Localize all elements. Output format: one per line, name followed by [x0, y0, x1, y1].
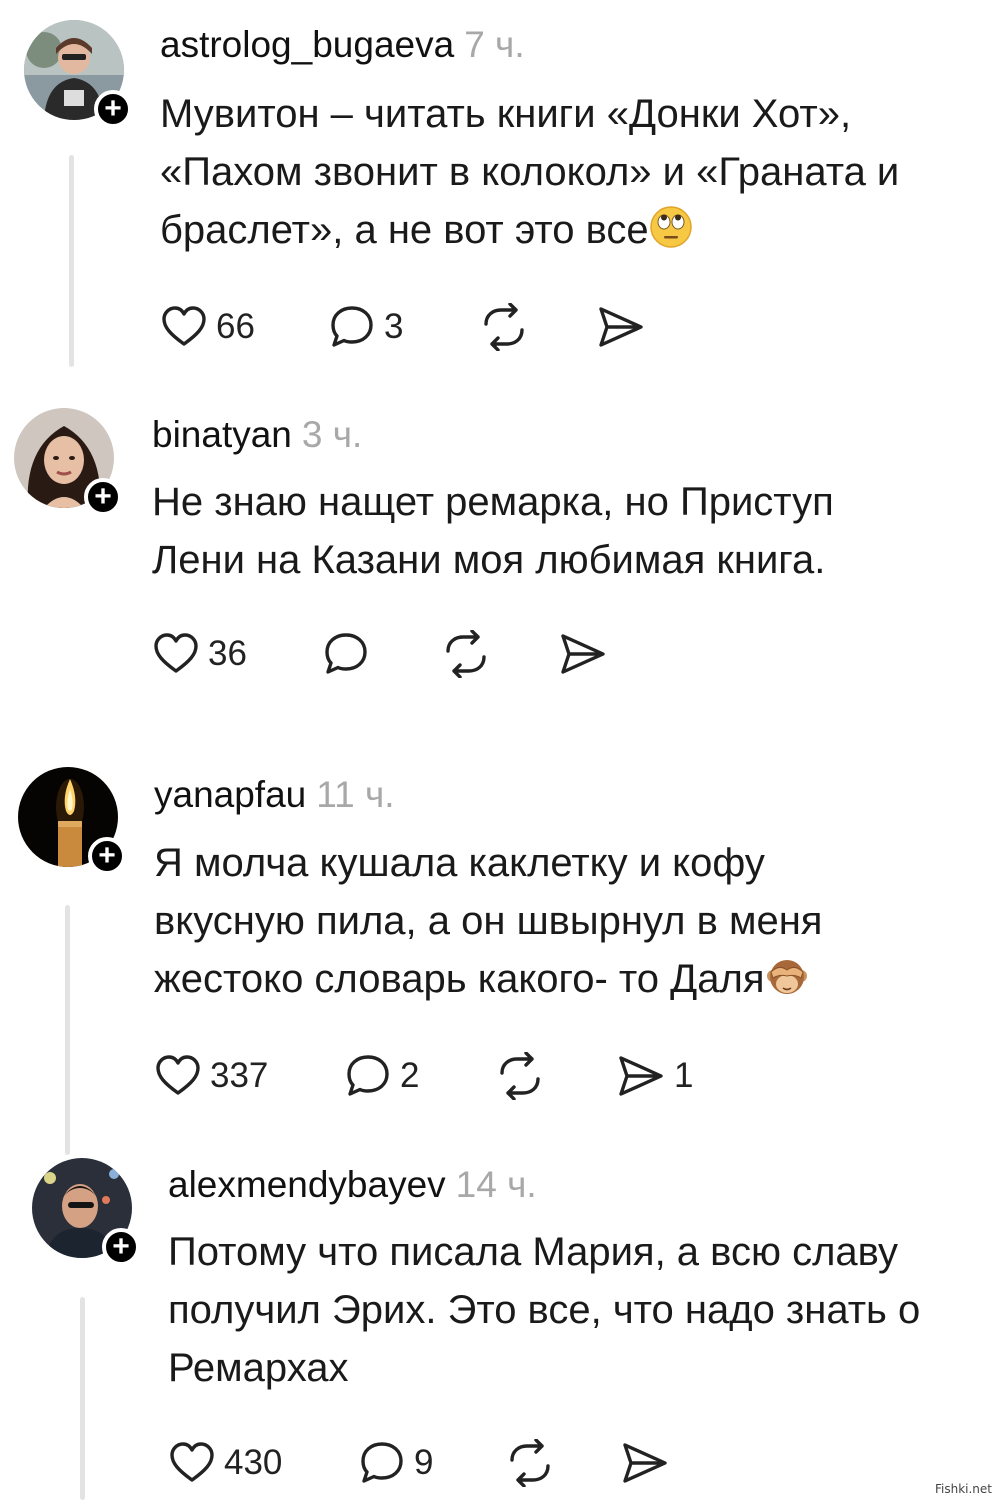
heart-icon [170, 1442, 214, 1482]
heart-icon [154, 633, 198, 673]
share-button[interactable]: 1 [616, 1046, 693, 1106]
like-button[interactable]: 430 [168, 1433, 282, 1493]
post-text: Мувитон – читать книги «Донки Хот», «Пах… [160, 85, 980, 259]
share-count: 1 [674, 1056, 694, 1095]
text-line: Я молча кушала каклетку и кофу [154, 841, 765, 885]
comment-bubble-icon [325, 633, 367, 674]
comment-count: 2 [400, 1056, 420, 1095]
post-text: Я молча кушала каклетку и кофу вкусную п… [154, 834, 974, 1008]
comment-button[interactable] [322, 624, 378, 684]
comment-count: 3 [384, 307, 404, 346]
repost-button[interactable] [504, 1433, 564, 1493]
comment-button[interactable]: 2 [344, 1046, 419, 1106]
repost-icon [500, 1052, 540, 1100]
comment-bubble-icon [347, 1055, 389, 1096]
repost-button[interactable] [494, 1046, 554, 1106]
repost-button[interactable] [478, 297, 538, 357]
thread-line [80, 1297, 85, 1500]
timestamp: 11 ч. [316, 774, 395, 815]
timestamp: 3 ч. [301, 414, 363, 455]
heart-icon [156, 1055, 200, 1095]
avatar[interactable]: + [14, 408, 122, 516]
username[interactable]: alexmendybayev [168, 1164, 446, 1205]
repost-icon [484, 303, 524, 351]
follow-button[interactable]: + [88, 837, 126, 875]
share-button[interactable] [620, 1433, 678, 1493]
repost-icon [446, 630, 486, 678]
comment-count: 9 [414, 1443, 434, 1482]
repost-button[interactable] [440, 624, 500, 684]
post-text: Не знаю нащет ремарка, но Приступ Лени н… [152, 473, 972, 589]
text-line: «Пахом звонит в колокол» и «Граната и [160, 150, 900, 194]
text-line: Не знаю нащет ремарка, но Приступ [152, 480, 834, 524]
thread-line [65, 905, 70, 1155]
like-count: 430 [224, 1443, 283, 1482]
post-header: yanapfau 11 ч. [154, 774, 395, 816]
username[interactable]: yanapfau [154, 774, 306, 815]
avatar[interactable]: + [32, 1158, 140, 1266]
like-button[interactable]: 337 [154, 1046, 268, 1106]
avatar[interactable]: + [24, 20, 132, 128]
comment-button[interactable]: 3 [328, 297, 403, 357]
see-no-evil-monkey-icon [766, 960, 807, 994]
watermark: Fishki.net [934, 1482, 992, 1496]
follow-button[interactable]: + [102, 1228, 140, 1266]
post-header: alexmendybayev 14 ч. [168, 1164, 537, 1206]
send-icon [561, 634, 605, 674]
send-icon [623, 1443, 667, 1483]
follow-button[interactable]: + [94, 90, 132, 128]
thread-line [69, 155, 74, 367]
heart-icon [162, 306, 206, 346]
username[interactable]: binatyan [152, 414, 292, 455]
follow-button[interactable]: + [84, 478, 122, 516]
like-count: 36 [208, 634, 247, 673]
text-line: Мувитон – читать книги «Донки Хот», [160, 92, 852, 136]
share-button[interactable] [596, 297, 654, 357]
face-with-rolling-eyes-icon [649, 206, 692, 248]
like-button[interactable]: 36 [152, 624, 247, 684]
text-line: Лени на Казани моя любимая книга. [152, 538, 826, 582]
send-icon [619, 1056, 663, 1096]
share-button[interactable] [558, 624, 616, 684]
post-text: Потому что писала Мария, а всю славу пол… [168, 1223, 988, 1397]
like-count: 66 [216, 307, 255, 346]
comment-button[interactable]: 9 [358, 1433, 433, 1493]
text-line: Потому что писала Мария, а всю славу [168, 1230, 899, 1274]
text-line: получил Эрих. Это все, что надо знать о [168, 1288, 921, 1332]
avatar[interactable]: + [18, 767, 126, 875]
like-button[interactable]: 66 [160, 297, 255, 357]
timestamp: 14 ч. [455, 1164, 537, 1205]
text-line: жестоко словарь какого- то Даля [154, 950, 974, 1008]
text-line: Ремархах [168, 1346, 349, 1390]
post-header: astrolog_bugaeva 7 ч. [160, 24, 525, 66]
timestamp: 7 ч. [464, 24, 525, 65]
post-header: binatyan 3 ч. [152, 414, 362, 456]
repost-icon [510, 1439, 550, 1487]
comment-bubble-icon [331, 306, 373, 347]
send-icon [599, 307, 643, 347]
text-line: браслет», а не вот это все [160, 201, 980, 259]
comment-bubble-icon [361, 1442, 403, 1483]
text-line: вкусную пила, а он швырнул в меня [154, 899, 823, 943]
like-count: 337 [210, 1056, 269, 1095]
username[interactable]: astrolog_bugaeva [160, 24, 454, 65]
